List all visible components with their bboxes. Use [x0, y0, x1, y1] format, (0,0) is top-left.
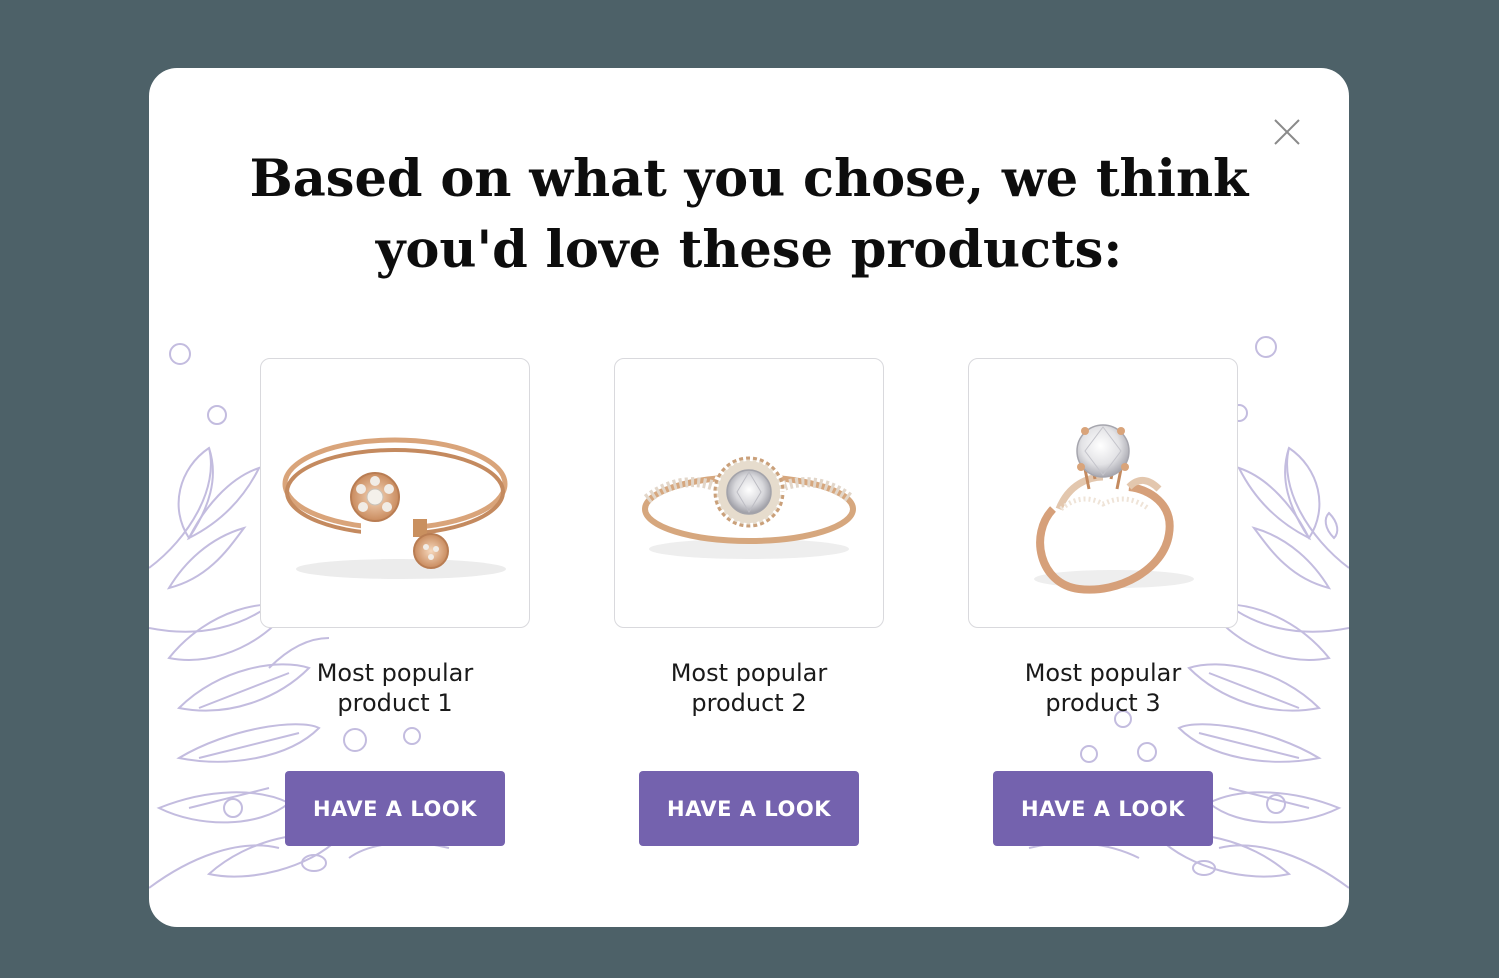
modal-title: Based on what you chose, we think you'd … — [249, 149, 1249, 280]
close-button[interactable] — [1267, 112, 1307, 152]
solitaire-ring-image — [1034, 424, 1194, 594]
product-name: Most popular product 3 — [1024, 659, 1182, 717]
bracelet-image — [282, 437, 508, 579]
have-a-look-button[interactable]: HAVE A LOOK — [639, 771, 859, 846]
have-a-look-button[interactable]: HAVE A LOOK — [993, 771, 1213, 846]
product-card: Most popular product 2 HAVE A LOOK — [614, 358, 884, 846]
have-a-look-button[interactable]: HAVE A LOOK — [285, 771, 505, 846]
product-image[interactable] — [260, 358, 530, 628]
product-card: Most popular product 3 HAVE A LOOK — [968, 358, 1238, 846]
product-name: Most popular product 1 — [316, 659, 474, 717]
product-card: Most popular product 1 HAVE A LOOK — [260, 358, 530, 846]
product-name: Most popular product 2 — [670, 659, 828, 717]
close-icon — [1274, 119, 1300, 145]
product-recommendation-modal: Based on what you chose, we think you'd … — [149, 68, 1349, 927]
halo-ring-image — [642, 455, 856, 559]
product-image[interactable] — [614, 358, 884, 628]
product-image[interactable] — [968, 358, 1238, 628]
